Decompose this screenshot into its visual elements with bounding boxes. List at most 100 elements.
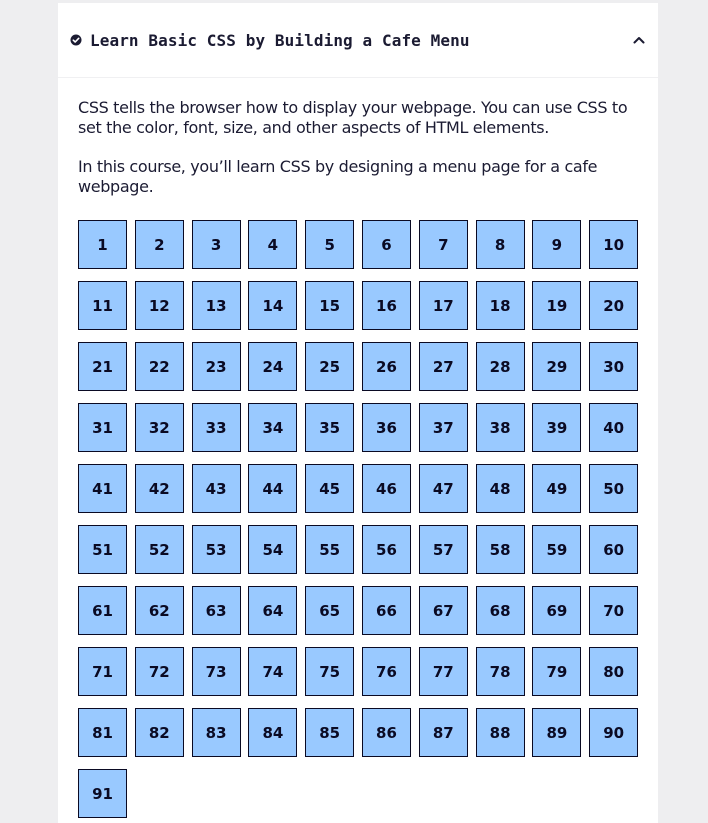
- step-button[interactable]: 13: [191, 281, 241, 330]
- step-button[interactable]: 26: [361, 342, 411, 391]
- step-button[interactable]: 19: [532, 281, 582, 330]
- step-button[interactable]: 57: [418, 525, 468, 574]
- course-title: Learn Basic CSS by Building a Cafe Menu: [90, 30, 470, 50]
- step-grid: 1 2 3 4 5 6 7 8 9 10 11 12 13 14 15 16 17 18 19 20 21 22 23 24 2…: [78, 220, 639, 818]
- step-button[interactable]: 17: [418, 281, 468, 330]
- step-button[interactable]: 89: [532, 708, 582, 757]
- course-description: CSS tells the browser how to display you…: [78, 98, 628, 137]
- step-button[interactable]: 45: [305, 464, 355, 513]
- step-button[interactable]: 6: [361, 220, 411, 269]
- step-button[interactable]: 47: [418, 464, 468, 513]
- step-button[interactable]: 1: [78, 220, 127, 269]
- step-button[interactable]: 22: [134, 342, 184, 391]
- step-button[interactable]: 79: [532, 647, 582, 696]
- step-button[interactable]: 67: [418, 586, 468, 635]
- step-button[interactable]: 53: [191, 525, 241, 574]
- step-button[interactable]: 65: [305, 586, 355, 635]
- step-button[interactable]: 72: [134, 647, 184, 696]
- step-button[interactable]: 61: [78, 586, 127, 635]
- step-button[interactable]: 52: [134, 525, 184, 574]
- step-button[interactable]: 14: [248, 281, 298, 330]
- step-button[interactable]: 84: [248, 708, 298, 757]
- step-button[interactable]: 58: [475, 525, 525, 574]
- step-button[interactable]: 16: [361, 281, 411, 330]
- step-button[interactable]: 50: [589, 464, 639, 513]
- check-circle-icon: [70, 34, 82, 46]
- step-button[interactable]: 42: [134, 464, 184, 513]
- step-button[interactable]: 69: [532, 586, 582, 635]
- step-button[interactable]: 75: [305, 647, 355, 696]
- step-button[interactable]: 5: [305, 220, 355, 269]
- step-button[interactable]: 18: [475, 281, 525, 330]
- step-button[interactable]: 25: [305, 342, 355, 391]
- step-button[interactable]: 8: [475, 220, 525, 269]
- step-button[interactable]: 40: [589, 403, 639, 452]
- step-button[interactable]: 35: [305, 403, 355, 452]
- step-button[interactable]: 81: [78, 708, 127, 757]
- step-button[interactable]: 21: [78, 342, 127, 391]
- step-button[interactable]: 78: [475, 647, 525, 696]
- step-button[interactable]: 2: [134, 220, 184, 269]
- step-button[interactable]: 91: [78, 769, 127, 818]
- step-button[interactable]: 83: [191, 708, 241, 757]
- course-block-header[interactable]: Learn Basic CSS by Building a Cafe Menu: [58, 3, 658, 78]
- step-button[interactable]: 24: [248, 342, 298, 391]
- step-button[interactable]: 29: [532, 342, 582, 391]
- step-button[interactable]: 38: [475, 403, 525, 452]
- step-button[interactable]: 23: [191, 342, 241, 391]
- step-button[interactable]: 32: [134, 403, 184, 452]
- step-button[interactable]: 36: [361, 403, 411, 452]
- step-button[interactable]: 68: [475, 586, 525, 635]
- step-button[interactable]: 74: [248, 647, 298, 696]
- step-button[interactable]: 76: [361, 647, 411, 696]
- step-button[interactable]: 51: [78, 525, 127, 574]
- step-button[interactable]: 59: [532, 525, 582, 574]
- step-button[interactable]: 85: [305, 708, 355, 757]
- step-button[interactable]: 44: [248, 464, 298, 513]
- step-button[interactable]: 41: [78, 464, 127, 513]
- step-button[interactable]: 4: [248, 220, 298, 269]
- course-block-body: CSS tells the browser how to display you…: [58, 78, 658, 818]
- step-button[interactable]: 9: [532, 220, 582, 269]
- step-button[interactable]: 46: [361, 464, 411, 513]
- course-description-2: In this course, you’ll learn CSS by desi…: [78, 157, 598, 196]
- step-button[interactable]: 12: [134, 281, 184, 330]
- step-button[interactable]: 66: [361, 586, 411, 635]
- step-button[interactable]: 43: [191, 464, 241, 513]
- step-button[interactable]: 73: [191, 647, 241, 696]
- step-button[interactable]: 55: [305, 525, 355, 574]
- step-button[interactable]: 10: [589, 220, 639, 269]
- step-button[interactable]: 71: [78, 647, 127, 696]
- step-button[interactable]: 15: [305, 281, 355, 330]
- step-button[interactable]: 60: [589, 525, 639, 574]
- step-button[interactable]: 77: [418, 647, 468, 696]
- step-button[interactable]: 33: [191, 403, 241, 452]
- step-button[interactable]: 7: [418, 220, 468, 269]
- step-button[interactable]: 3: [191, 220, 241, 269]
- chevron-up-icon[interactable]: [632, 35, 646, 45]
- step-button[interactable]: 30: [589, 342, 639, 391]
- step-button[interactable]: 37: [418, 403, 468, 452]
- step-button[interactable]: 63: [191, 586, 241, 635]
- step-button[interactable]: 87: [418, 708, 468, 757]
- step-button[interactable]: 70: [589, 586, 639, 635]
- step-button[interactable]: 39: [532, 403, 582, 452]
- step-button[interactable]: 86: [361, 708, 411, 757]
- step-button[interactable]: 48: [475, 464, 525, 513]
- step-button[interactable]: 88: [475, 708, 525, 757]
- step-button[interactable]: 49: [532, 464, 582, 513]
- step-button[interactable]: 27: [418, 342, 468, 391]
- step-button[interactable]: 82: [134, 708, 184, 757]
- step-button[interactable]: 80: [589, 647, 639, 696]
- step-button[interactable]: 28: [475, 342, 525, 391]
- step-button[interactable]: 31: [78, 403, 127, 452]
- step-button[interactable]: 62: [134, 586, 184, 635]
- course-block: Learn Basic CSS by Building a Cafe Menu …: [58, 3, 658, 823]
- step-button[interactable]: 90: [589, 708, 639, 757]
- step-button[interactable]: 54: [248, 525, 298, 574]
- step-button[interactable]: 64: [248, 586, 298, 635]
- step-button[interactable]: 11: [78, 281, 127, 330]
- step-button[interactable]: 56: [361, 525, 411, 574]
- step-button[interactable]: 20: [589, 281, 639, 330]
- step-button[interactable]: 34: [248, 403, 298, 452]
